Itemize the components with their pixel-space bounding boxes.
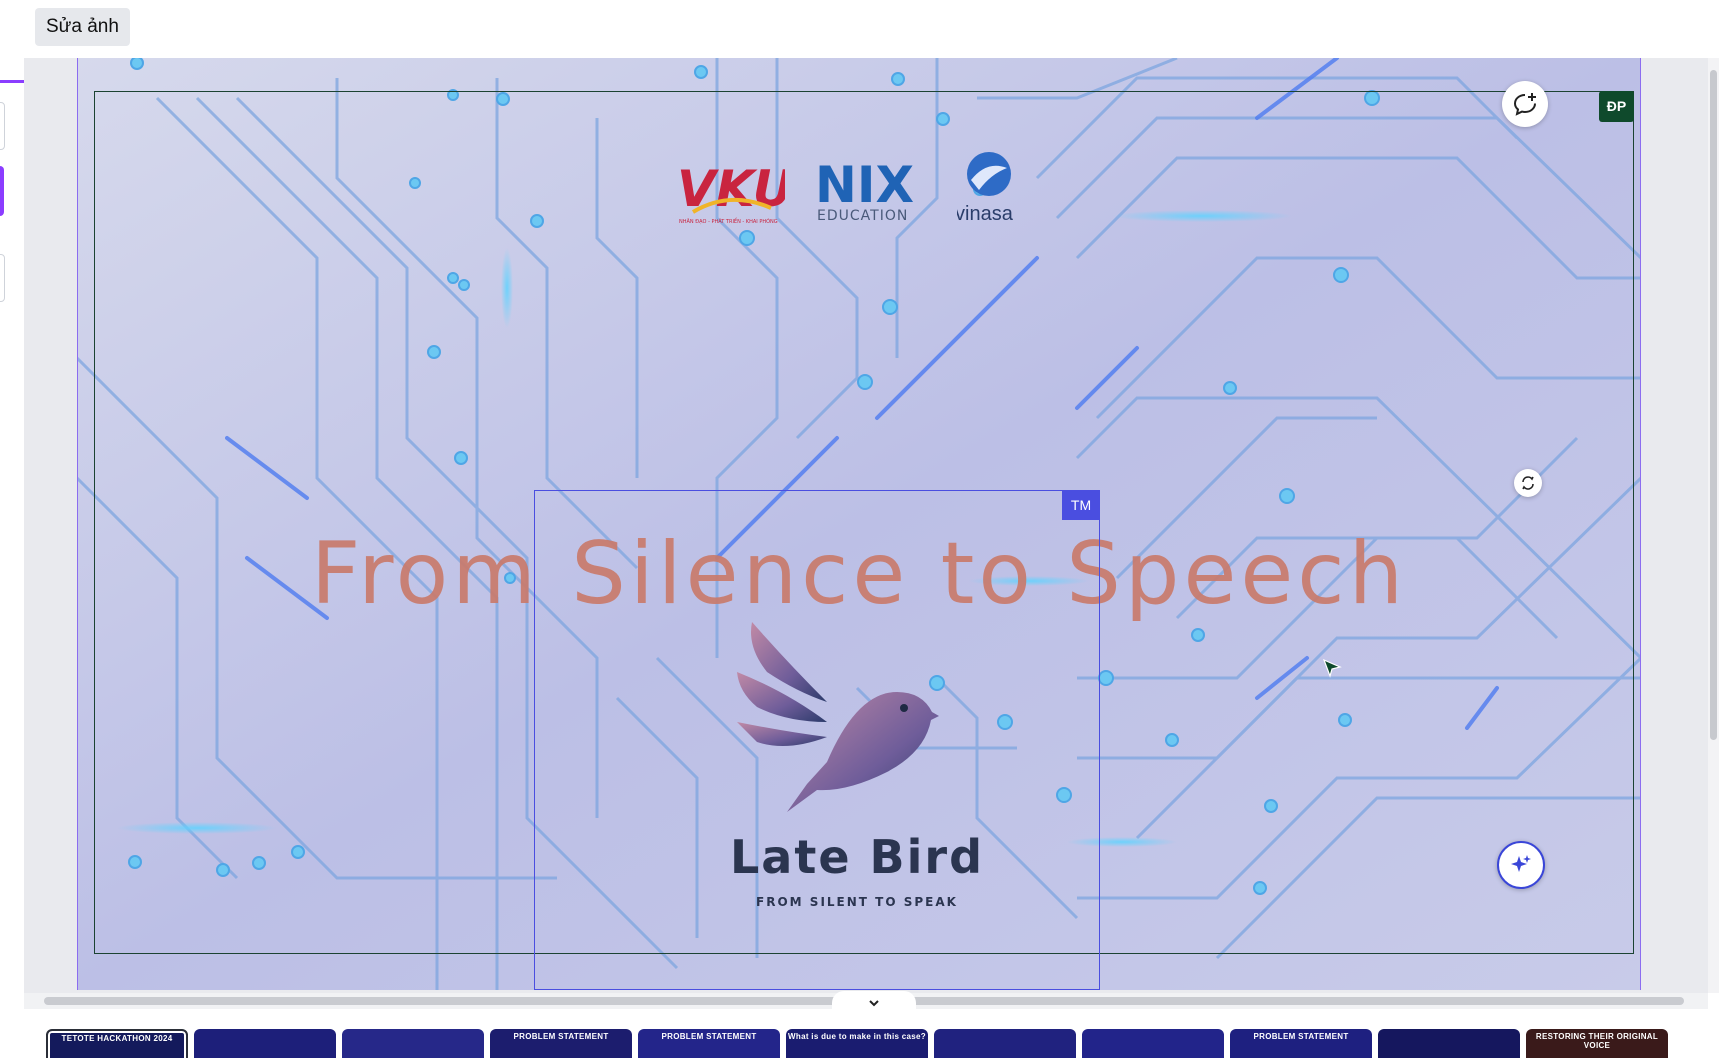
slide-thumbnail-label: PROBLEM STATEMENT — [1253, 1032, 1349, 1041]
slide-thumbnail[interactable] — [194, 1029, 336, 1058]
slide-thumbnail-label: RESTORING THEIR ORIGINAL VOICE — [1535, 1032, 1659, 1050]
slide-canvas[interactable]: VKU NHÂN ĐẠO - PHÁT TRIỂN - KHAI PHÓNG N… — [77, 58, 1641, 990]
rail-tool-active[interactable] — [0, 166, 4, 216]
edit-image-button[interactable]: Sửa ảnh — [35, 8, 130, 46]
collaborator-badge-dp: ĐP — [1599, 91, 1634, 122]
slide-thumbnail-label: TETOTE HACKATHON 2024 — [61, 1034, 173, 1043]
slide-thumbnail[interactable] — [934, 1029, 1076, 1058]
refresh-icon — [1522, 476, 1534, 490]
collaborator-badge-tm: TM — [1062, 490, 1100, 520]
slide-filmstrip: TETOTE HACKATHON 2024 PROBLEM STATEMENT PR… — [24, 1009, 1719, 1058]
collaborator-cursor-icon — [1322, 658, 1342, 678]
slide-thumbnail[interactable]: PROBLEM STATEMENT — [490, 1029, 632, 1058]
slide-thumbnail-label: PROBLEM STATEMENT — [661, 1032, 757, 1041]
rail-accent-line — [0, 80, 24, 83]
vertical-scrollbar-thumb[interactable] — [1710, 70, 1717, 740]
slide-thumbnail[interactable]: PROBLEM STATEMENT — [1230, 1029, 1372, 1058]
slide-thumbnail[interactable]: What is due to make in this case? — [786, 1029, 928, 1058]
sparkle-icon — [1511, 855, 1531, 872]
slide-thumbnail[interactable]: RESTORING THEIR ORIGINAL VOICE — [1526, 1029, 1668, 1058]
add-comment-button[interactable] — [1502, 81, 1548, 127]
slide-thumbnail[interactable] — [1378, 1029, 1520, 1058]
slide-thumbnail-label: PROBLEM STATEMENT — [513, 1032, 609, 1041]
slide-thumbnail[interactable] — [342, 1029, 484, 1058]
slide-thumbnail[interactable] — [1082, 1029, 1224, 1058]
rail-tool-1[interactable] — [0, 102, 5, 150]
rail-tool-3[interactable] — [0, 254, 5, 302]
canvas-workspace: VKU NHÂN ĐẠO - PHÁT TRIỂN - KHAI PHÓNG N… — [24, 58, 1719, 993]
slide-thumbnail[interactable]: TETOTE HACKATHON 2024 — [46, 1029, 188, 1058]
chevron-down-icon — [869, 1000, 879, 1007]
comment-plus-icon — [1513, 93, 1536, 116]
magic-assistant-button[interactable] — [1497, 841, 1545, 889]
slide-thumbnail-label: What is due to make in this case? — [788, 1032, 926, 1041]
top-toolbar: Sửa ảnh — [0, 0, 1719, 58]
left-rail — [0, 58, 24, 1058]
slide-thumbnail[interactable]: PROBLEM STATEMENT — [638, 1029, 780, 1058]
refresh-button[interactable] — [1514, 469, 1542, 497]
selection-frame-blue — [534, 490, 1100, 990]
